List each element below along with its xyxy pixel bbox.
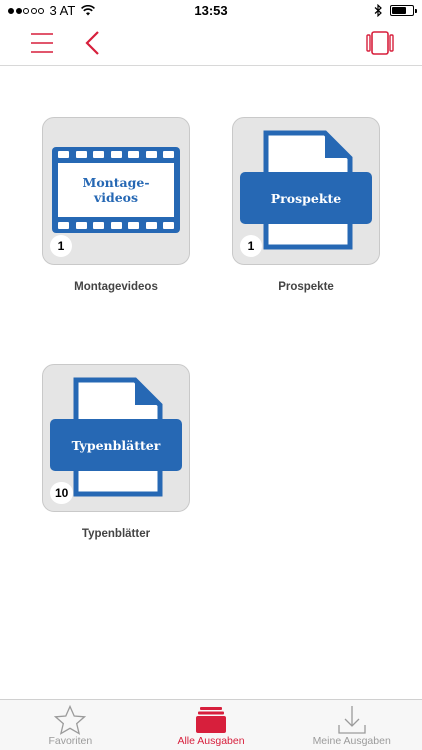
category-label: Montagevideos <box>74 281 158 293</box>
tab-label: Alle Ausgaben <box>177 735 245 747</box>
count-badge: 1 <box>240 235 262 257</box>
count-badge: 1 <box>50 235 72 257</box>
tab-label: Favoriten <box>48 735 93 747</box>
view-switch-icon[interactable] <box>366 31 394 55</box>
category-tile-typenblaetter[interactable]: Typenblätter 10 Typenblätter <box>42 364 190 540</box>
count-badge: 10 <box>50 482 74 504</box>
tab-meine-ausgaben[interactable]: Meine Ausgaben <box>281 700 422 750</box>
battery-icon <box>390 5 417 16</box>
tab-label: Meine Ausgaben <box>312 735 391 747</box>
menu-icon[interactable] <box>30 31 54 55</box>
status-bar: 3 AT 13:53 <box>0 0 422 22</box>
category-thumbnail[interactable]: Montage- videos 1 <box>42 117 190 265</box>
film-icon: Montage- videos <box>52 147 180 233</box>
download-icon <box>338 706 366 734</box>
tab-alle-ausgaben[interactable]: Alle Ausgaben <box>141 700 282 750</box>
status-time: 13:53 <box>194 3 228 18</box>
category-thumbnail[interactable]: Typenblätter 10 <box>42 364 190 512</box>
tab-bar: Favoriten Alle Ausgaben Meine Ausgaben <box>0 699 422 750</box>
thumbnail-title: Montage- videos <box>82 175 150 205</box>
navigation-bar <box>0 22 422 66</box>
status-right <box>374 4 417 17</box>
category-label: Typenblätter <box>81 528 151 540</box>
bluetooth-icon <box>374 4 382 17</box>
tab-favoriten[interactable]: Favoriten <box>0 700 141 750</box>
star-icon <box>54 705 87 735</box>
category-tile-montagevideos[interactable]: Montage- videos 1 Montagevideos <box>42 117 190 293</box>
stack-icon <box>196 707 226 733</box>
category-label: Prospekte <box>278 281 334 293</box>
thumbnail-title: Prospekte <box>240 172 372 224</box>
category-thumbnail[interactable]: Prospekte 1 <box>232 117 380 265</box>
category-tile-prospekte[interactable]: Prospekte 1 Prospekte <box>232 117 380 293</box>
back-chevron-icon[interactable] <box>84 30 102 56</box>
thumbnail-title: Typenblätter <box>50 419 182 471</box>
